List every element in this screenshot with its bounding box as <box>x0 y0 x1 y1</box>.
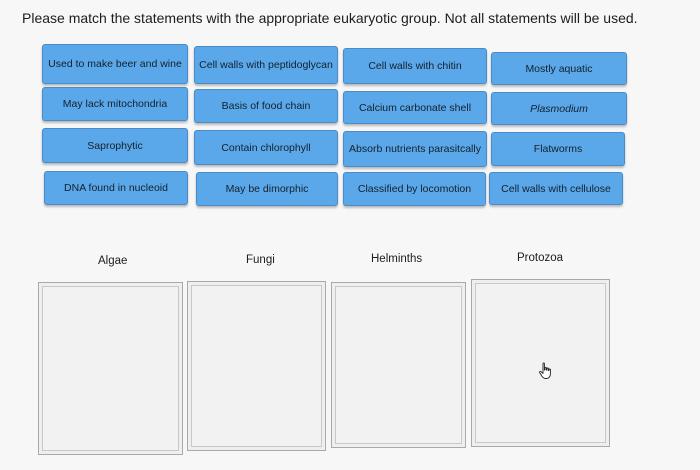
dropzone-fungi[interactable] <box>187 281 326 451</box>
statement-tile[interactable]: Cell walls with cellulose <box>489 172 623 205</box>
group-label-helminths: Helminths <box>371 253 423 265</box>
statement-tile[interactable]: Calcium carbonate shell <box>343 91 487 124</box>
statement-tile[interactable]: Contain chlorophyll <box>194 130 338 165</box>
statement-tile[interactable]: Basis of food chain <box>194 89 338 123</box>
dropzone-helminths[interactable] <box>331 282 466 448</box>
matching-question: Please match the statements with the app… <box>0 0 700 470</box>
statement-tile[interactable]: Used to make beer and wine <box>42 44 188 84</box>
statement-tile[interactable]: Absorb nutrients parasitcally <box>343 131 487 167</box>
statement-tile[interactable]: May be dimorphic <box>196 172 338 206</box>
group-label-protozoa: Protozoa <box>517 252 564 264</box>
statement-tile[interactable]: Cell walls with peptidoglycan <box>194 46 338 84</box>
statement-tile[interactable]: Flatworms <box>491 132 625 166</box>
group-label-fungi: Fungi <box>246 254 275 266</box>
statement-tile[interactable]: Plasmodium <box>491 92 627 125</box>
group-label-algae: Algae <box>98 255 128 267</box>
statement-tile[interactable]: DNA found in nucleoid <box>44 171 188 205</box>
statement-tile[interactable]: Mostly aquatic <box>491 52 627 85</box>
statement-tile[interactable]: Classified by locomotion <box>343 172 486 206</box>
statement-tile[interactable]: Saprophytic <box>42 128 188 163</box>
statement-tile[interactable]: May lack mitochondria <box>42 87 188 121</box>
hand-pointer-icon <box>539 362 551 379</box>
question-instruction: Please match the statements with the app… <box>22 10 638 26</box>
statement-tile[interactable]: Cell walls with chitin <box>343 48 487 84</box>
dropzone-algae[interactable] <box>38 282 183 455</box>
